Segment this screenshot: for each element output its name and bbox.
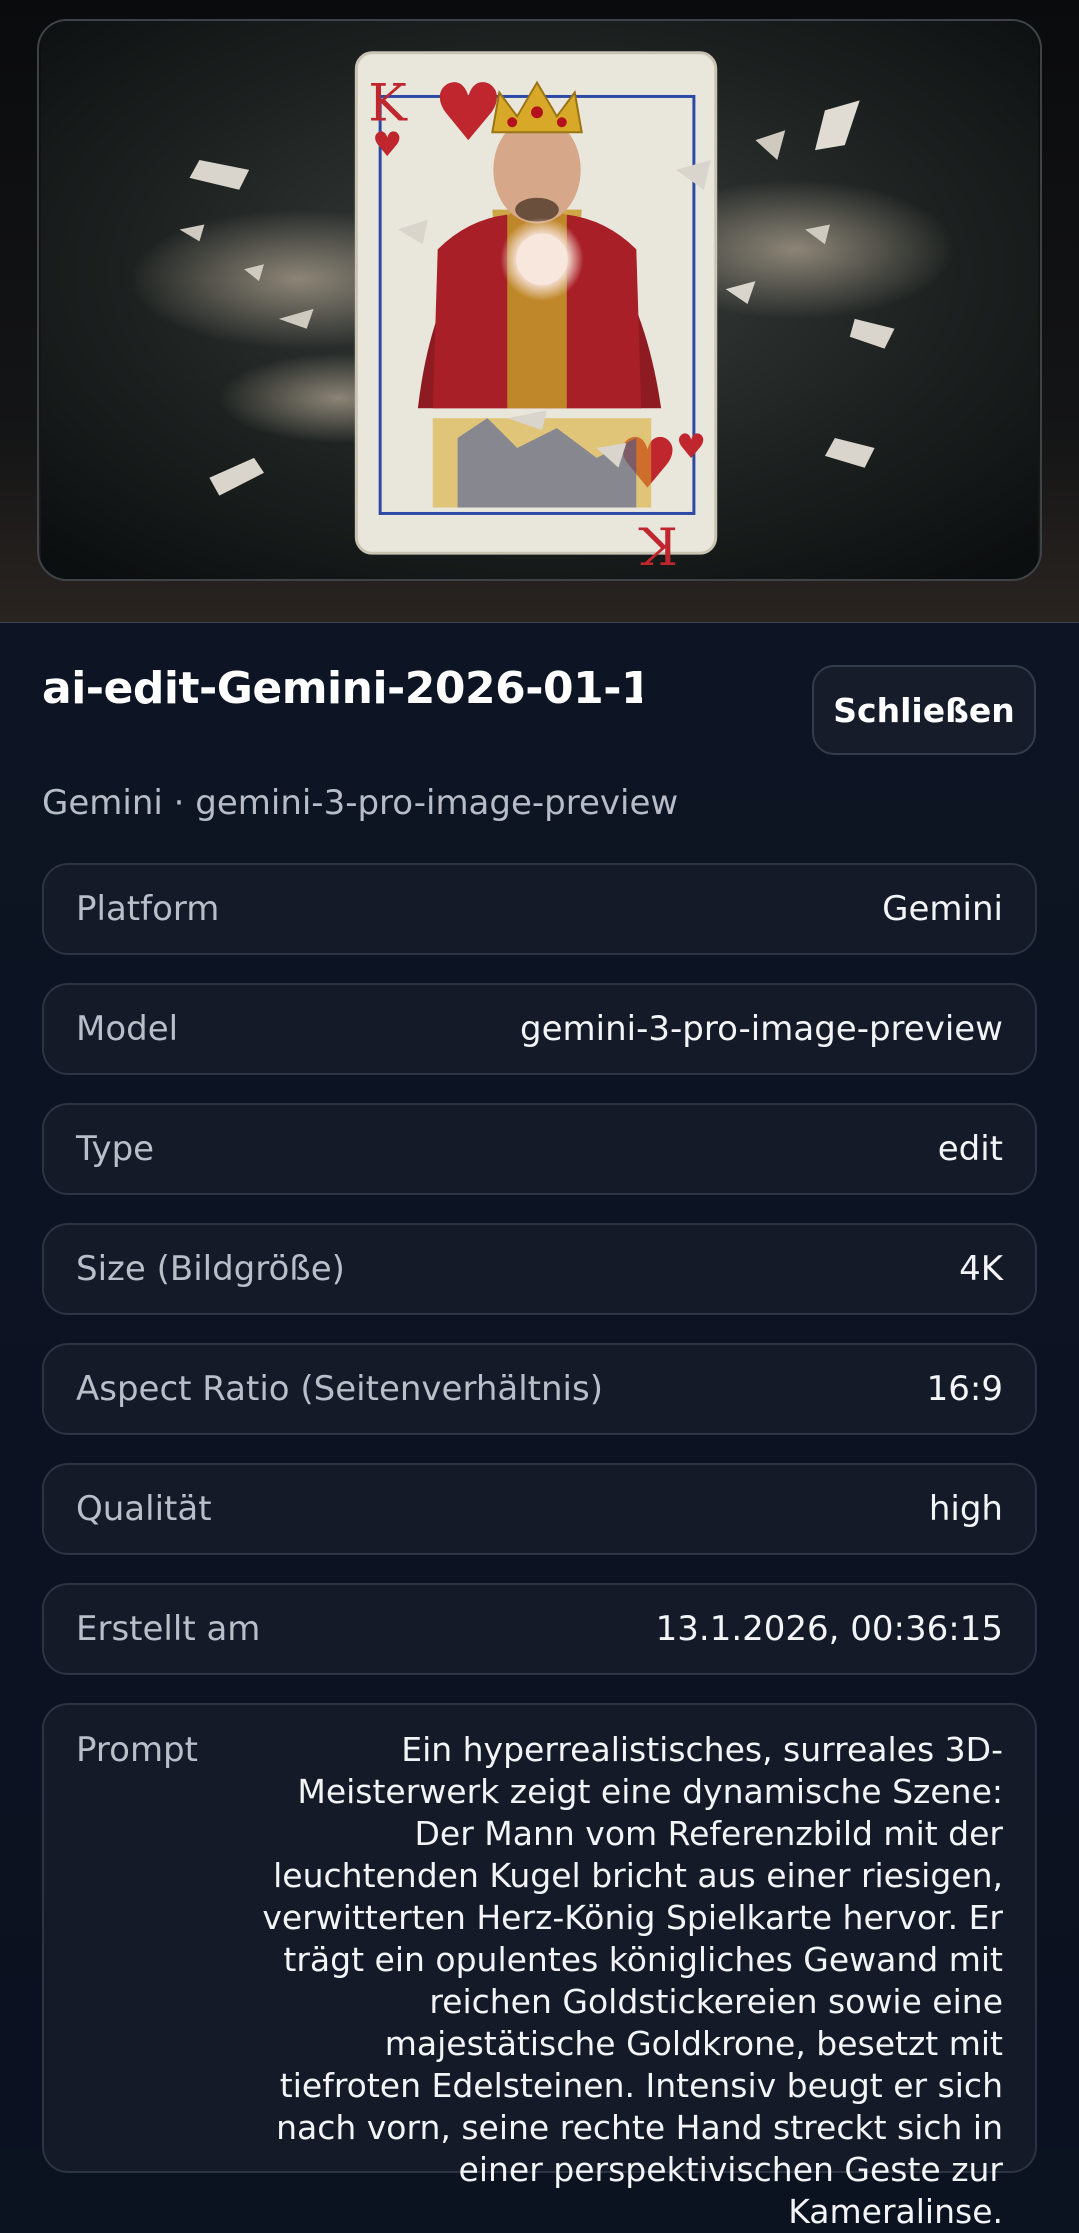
detail-label: Size (Bildgröße) [76,1249,345,1289]
image-preview-area: K ♥ ♥ ♥ ♥ K [0,0,1079,623]
detail-label: Erstellt am [76,1609,261,1649]
king-card-artwork-icon: K ♥ ♥ ♥ ♥ K [40,21,1039,579]
svg-text:♥: ♥ [676,427,706,466]
detail-row-quality: Qualität high [42,1463,1037,1555]
prompt-text: Ein hyperrealistisches, surreales 3D-Mei… [262,1730,1003,2231]
svg-text:♥: ♥ [433,66,504,159]
detail-value: Gemini [882,889,1003,929]
detail-row-aspect-ratio: Aspect Ratio (Seitenverhältnis) 16:9 [42,1343,1037,1435]
detail-row-type: Type edit [42,1103,1037,1195]
detail-value: gemini-3-pro-image-preview [520,1009,1003,1049]
detail-label: Platform [76,889,220,929]
detail-label: Qualität [76,1489,212,1529]
generated-image[interactable]: K ♥ ♥ ♥ ♥ K [37,19,1042,581]
image-title: ai-edit-Gemini-2026-01-12T [42,663,642,714]
svg-text:K: K [638,514,678,574]
detail-row-platform: Platform Gemini [42,863,1037,955]
prompt-label: Prompt [76,1730,198,1770]
detail-value: 4K [959,1249,1003,1289]
detail-value: high [928,1489,1003,1529]
detail-value: 13.1.2026, 00:36:15 [655,1609,1003,1649]
detail-label: Model [76,1009,179,1049]
close-button[interactable]: Schließen [812,665,1036,755]
detail-value: edit [937,1129,1003,1169]
detail-row-created-at: Erstellt am 13.1.2026, 00:36:15 [42,1583,1037,1675]
image-subtitle: Gemini · gemini-3-pro-image-preview [42,783,679,823]
detail-label: Type [76,1129,155,1169]
detail-row-prompt: Prompt Ein hyperrealistisches, surreales… [42,1703,1037,2231]
svg-text:♥: ♥ [372,125,402,164]
image-details-panel: ai-edit-Gemini-2026-01-12T Schließen Gem… [0,623,1079,2231]
detail-row-model: Model gemini-3-pro-image-preview [42,983,1037,1075]
detail-label: Aspect Ratio (Seitenverhältnis) [76,1369,603,1409]
detail-row-size: Size (Bildgröße) 4K [42,1223,1037,1315]
detail-value: 16:9 [926,1369,1003,1409]
